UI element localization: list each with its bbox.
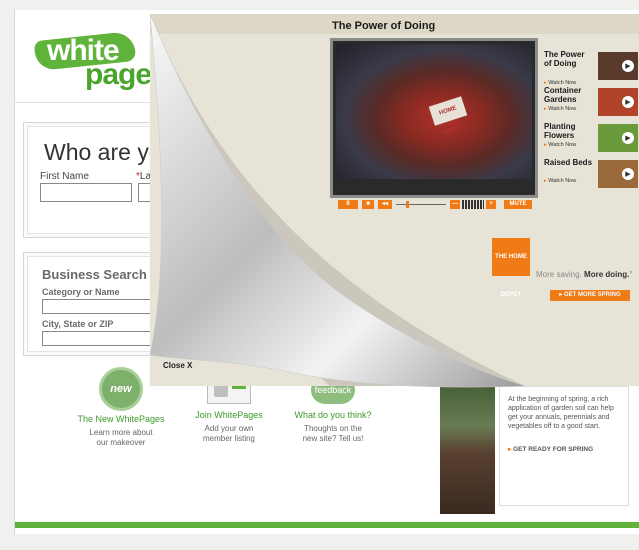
- home-depot-logo[interactable]: THE HOME DEPOT: [492, 238, 530, 298]
- playlist-item-name: Container Gardens: [544, 86, 582, 104]
- volume-down-button[interactable]: —: [450, 200, 460, 209]
- playlist-item[interactable]: The Power of Doing ▸ Watch Now ▶: [544, 50, 639, 86]
- feature-title[interactable]: The New WhitePages: [71, 414, 171, 424]
- playlist-thumbnail[interactable]: ▶: [598, 88, 638, 116]
- whitepages-logo[interactable]: white pages: [33, 30, 168, 94]
- playlist-item[interactable]: Container Gardens ▸ Watch Now ▶: [544, 86, 639, 120]
- playlist-thumbnail[interactable]: ▶: [598, 124, 638, 152]
- playlist-item-name: The Power of Doing: [544, 50, 585, 68]
- category-label: Category or Name: [42, 287, 120, 297]
- seek-bar[interactable]: [396, 204, 446, 205]
- location-label: City, State or ZIP: [42, 319, 114, 329]
- footer-green-bar: [15, 522, 639, 528]
- feature-desc: Thoughts on the new site? Tell us!: [302, 424, 364, 443]
- volume-up-button[interactable]: +: [486, 200, 496, 209]
- first-name-label: First Name: [40, 171, 89, 182]
- stop-button[interactable]: ■: [362, 200, 374, 209]
- home-depot-ad-overlay: The Power of Doing HOME DEPOT II ■ ◂◂ — …: [150, 14, 639, 386]
- home-depot-tagline: More saving. More doing.°: [536, 270, 633, 279]
- video-controls: II ■ ◂◂ — + MUTE: [338, 200, 538, 210]
- business-search-title: Business Search: [42, 267, 147, 282]
- playlist-item-name: Planting Flowers: [544, 122, 576, 140]
- feature-title[interactable]: What do you think?: [283, 410, 383, 420]
- play-icon: ▶: [622, 60, 634, 72]
- mute-button[interactable]: MUTE: [504, 200, 532, 209]
- close-ad-button[interactable]: Close X: [163, 361, 192, 370]
- feature-title[interactable]: Join WhitePages: [179, 410, 279, 420]
- playlist-item-name: Raised Beds: [544, 158, 593, 167]
- playlist-thumbnail[interactable]: ▶: [598, 160, 638, 188]
- video-player[interactable]: HOME DEPOT: [330, 38, 538, 198]
- ad-title: The Power of Doing: [332, 20, 436, 32]
- playlist-thumbnail[interactable]: ▶: [598, 52, 638, 80]
- volume-meter[interactable]: [462, 200, 484, 209]
- feature-desc: Add your own member listing: [202, 424, 255, 443]
- rewind-button[interactable]: ◂◂: [378, 200, 392, 209]
- playlist-item[interactable]: Planting Flowers ▸ Watch Now ▶: [544, 122, 639, 156]
- pause-button[interactable]: II: [338, 200, 358, 209]
- playlist-item[interactable]: Raised Beds ▸ Watch Now ▶: [544, 158, 639, 192]
- new-badge-icon: new: [102, 370, 140, 408]
- play-icon: ▶: [622, 96, 634, 108]
- feature-desc: Learn more about our makeover: [89, 428, 153, 447]
- seek-knob[interactable]: [406, 201, 409, 208]
- watch-now-link[interactable]: ▸ Watch Now: [544, 178, 576, 184]
- play-icon: ▶: [622, 168, 634, 180]
- play-icon: ▶: [622, 132, 634, 144]
- garden-photo: [440, 378, 495, 514]
- garden-panel-text: At the beginning of spring, a rich appli…: [508, 396, 614, 430]
- first-name-input[interactable]: [40, 183, 132, 202]
- get-more-spring-button[interactable]: ▸ GET MORE SPRING: [550, 290, 630, 301]
- garden-panel: At the beginning of spring, a rich appli…: [499, 386, 629, 506]
- watch-now-link[interactable]: ▸ Watch Now: [544, 106, 576, 112]
- cta-arrow-icon: ▸: [508, 446, 512, 453]
- get-ready-for-spring-link[interactable]: ▸ GET READY FOR SPRING: [508, 445, 620, 453]
- watch-now-link[interactable]: ▸ Watch Now: [544, 142, 576, 148]
